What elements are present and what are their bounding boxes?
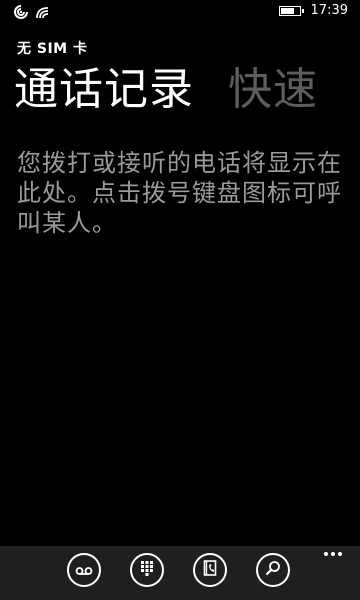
app-bar — [0, 546, 360, 600]
more-icon[interactable] — [324, 552, 342, 556]
more-dot — [324, 552, 328, 556]
wifi-icon — [36, 4, 50, 23]
app-title: 无 SIM 卡 — [17, 41, 88, 57]
keypad-icon — [140, 560, 154, 580]
search-button[interactable] — [256, 553, 290, 587]
pivot-item-call-history[interactable]: 通话记录 — [14, 60, 194, 120]
pivot-header: 通话记录 快速 — [14, 60, 318, 120]
status-time: 17:39 — [310, 3, 348, 18]
phone-screen: 17:39 无 SIM 卡 通话记录 快速 您拨打或接听的电话将显示在此处。点击… — [0, 0, 360, 600]
empty-history-message: 您拨打或接听的电话将显示在此处。点击拨号键盘图标可呼叫某人。 — [17, 149, 342, 237]
voicemail-button[interactable] — [67, 553, 101, 587]
no-sim-signal-icon — [14, 4, 28, 23]
battery-icon — [278, 5, 304, 16]
more-dot — [338, 552, 342, 556]
contacts-button[interactable] — [193, 553, 227, 587]
status-right: 17:39 — [278, 3, 348, 18]
keypad-button[interactable] — [130, 553, 164, 587]
voicemail-icon — [75, 561, 93, 580]
battery-fill — [280, 7, 294, 14]
pivot-item-speed-dial[interactable]: 快速 — [228, 60, 318, 120]
search-icon — [265, 560, 281, 580]
more-dot — [331, 552, 335, 556]
status-left-icons — [14, 4, 50, 23]
status-bar: 17:39 — [0, 0, 360, 26]
contacts-icon — [203, 560, 217, 580]
